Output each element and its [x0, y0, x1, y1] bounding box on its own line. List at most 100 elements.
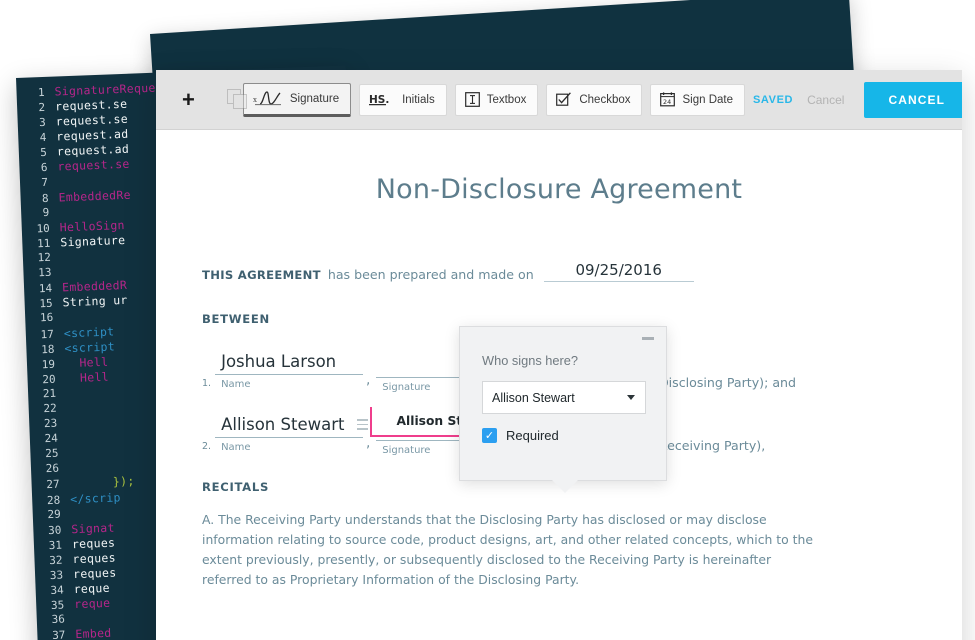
- agreement-text: has been prepared and made on: [327, 267, 534, 282]
- svg-text:24: 24: [663, 98, 671, 106]
- signer-select-value: Allison Stewart: [492, 390, 575, 405]
- code-line-content: });: [69, 474, 135, 490]
- code-line-content: HelloSign: [59, 218, 125, 234]
- code-token: EmbeddedR: [61, 278, 128, 295]
- code-line-content: request.ad: [56, 127, 129, 144]
- code-line-number: 30: [47, 523, 62, 537]
- code-line-number: 6: [40, 161, 48, 175]
- code-line-number: 9: [42, 205, 50, 219]
- code-line-number: 32: [49, 553, 63, 567]
- code-line-content: reques: [72, 550, 116, 566]
- between-heading: BETWEEN: [202, 312, 270, 326]
- party-name-caption: Name: [221, 442, 251, 453]
- cancel-link[interactable]: Cancel: [807, 93, 844, 107]
- code-line-number: 5: [40, 146, 48, 160]
- tool-sign-date-label: Sign Date: [682, 93, 733, 106]
- party-name-value: Allison Stewart: [221, 415, 345, 434]
- calendar-24-icon: 24: [660, 92, 676, 107]
- code-line-number: 2: [38, 101, 46, 115]
- code-line-number: 1: [37, 85, 45, 100]
- cancel-button[interactable]: CANCEL: [864, 81, 962, 118]
- party-name-group: Joshua Larson Name: [215, 352, 364, 390]
- code-line-content: request.se: [55, 97, 128, 114]
- required-checkbox-label: Required: [506, 428, 559, 443]
- code-token: request.se: [54, 96, 128, 114]
- svg-text:x: x: [253, 96, 257, 104]
- code-line-number: 37: [51, 628, 66, 640]
- recitals-paragraph: A. The Receiving Party understands that …: [202, 512, 814, 588]
- code-line-number: 29: [47, 507, 62, 521]
- code-line-content: EmbeddedR: [62, 278, 128, 294]
- document-canvas: Non-Disclosure Agreement THIS AGREEMENT …: [156, 130, 962, 640]
- textbox-icon: [464, 92, 480, 107]
- code-line-content: <script: [64, 324, 115, 340]
- code-line-number: 11: [36, 236, 51, 251]
- code-line-content: Embed: [75, 626, 112, 640]
- code-line-number: 15: [39, 297, 53, 311]
- code-line-number: 10: [36, 221, 51, 236]
- code-line-content: request.se: [55, 112, 128, 129]
- code-line-number: 21: [42, 386, 57, 401]
- code-token: Hell: [64, 354, 109, 371]
- code-line-content: EmbeddedRe: [58, 187, 131, 204]
- tool-checkbox-label: Checkbox: [579, 93, 631, 106]
- code-line-content: reque: [74, 596, 111, 611]
- party-name-line[interactable]: Joshua Larson: [215, 352, 364, 375]
- tool-initials[interactable]: HS. Initials: [359, 83, 447, 116]
- add-field-button[interactable]: +: [178, 88, 199, 111]
- tool-signature[interactable]: x Signature: [242, 82, 352, 117]
- code-token: request.se: [55, 111, 129, 129]
- code-line-content: </scrip: [70, 490, 121, 506]
- tool-checkbox[interactable]: Checkbox: [546, 83, 643, 116]
- tool-textbox-label: Textbox: [486, 93, 527, 106]
- code-line-number: 17: [40, 327, 55, 341]
- code-line-number: 18: [40, 342, 55, 356]
- page-title: Non-Disclosure Agreement: [375, 174, 743, 205]
- code-token: reque: [73, 595, 111, 612]
- code-line-number: 31: [48, 538, 63, 552]
- code-token: request.ad: [56, 127, 129, 144]
- code-line-number: 16: [39, 311, 54, 325]
- initials-hs-icon: HS.: [369, 92, 395, 108]
- code-line-number: 4: [39, 131, 47, 145]
- tool-sign-date[interactable]: 24 Sign Date: [650, 83, 745, 116]
- required-checkbox[interactable]: ✓: [482, 428, 497, 443]
- screenshot-stage: Request(); 1SignatureRequest 2request.se…: [0, 0, 975, 640]
- code-line-number: 28: [46, 493, 61, 507]
- code-token: reques: [71, 535, 116, 552]
- signer-popup: Who signs here? Allison Stewart ✓ Requir…: [459, 326, 667, 493]
- code-line-content: Hell: [64, 354, 109, 371]
- code-token: Signat: [71, 520, 115, 536]
- code-line-number: 14: [38, 281, 53, 296]
- code-token: reques: [72, 565, 117, 582]
- sign-date-value: 09/25/2016: [575, 261, 662, 279]
- code-line-number: 34: [50, 583, 64, 598]
- tool-signature-label: Signature: [289, 92, 340, 105]
- code-token: Embed: [75, 626, 112, 640]
- drag-handle-icon[interactable]: [357, 419, 369, 431]
- code-line-number: 22: [43, 401, 57, 416]
- code-line-number: 35: [50, 598, 65, 613]
- code-token: Signature: [60, 232, 126, 250]
- tool-textbox[interactable]: Textbox: [454, 83, 539, 116]
- party-number: 2.: [202, 441, 212, 452]
- code-line-number: 36: [51, 612, 66, 627]
- required-checkbox-row[interactable]: ✓ Required: [482, 428, 644, 443]
- code-line-number: 20: [42, 372, 56, 386]
- code-line-content: String ur: [62, 293, 128, 309]
- code-line-number: 27: [46, 478, 60, 492]
- code-line-content: request.ad: [57, 142, 130, 159]
- code-line-content: Signature: [60, 233, 126, 249]
- chevron-down-icon: [627, 395, 635, 400]
- code-line-number: 12: [37, 250, 52, 265]
- minimize-icon[interactable]: [642, 337, 654, 340]
- party-name-line[interactable]: Allison Stewart: [215, 415, 364, 438]
- signature-icon: x: [253, 90, 283, 107]
- code-line-content: request.se: [57, 157, 130, 174]
- party-name-value: Joshua Larson: [221, 352, 337, 371]
- code-token: EmbeddedRe: [58, 187, 132, 205]
- signer-select[interactable]: Allison Stewart: [482, 381, 646, 414]
- saved-status: SAVED: [753, 93, 794, 106]
- sign-date-field[interactable]: 09/25/2016: [543, 261, 694, 282]
- checkbox-icon: [556, 92, 572, 107]
